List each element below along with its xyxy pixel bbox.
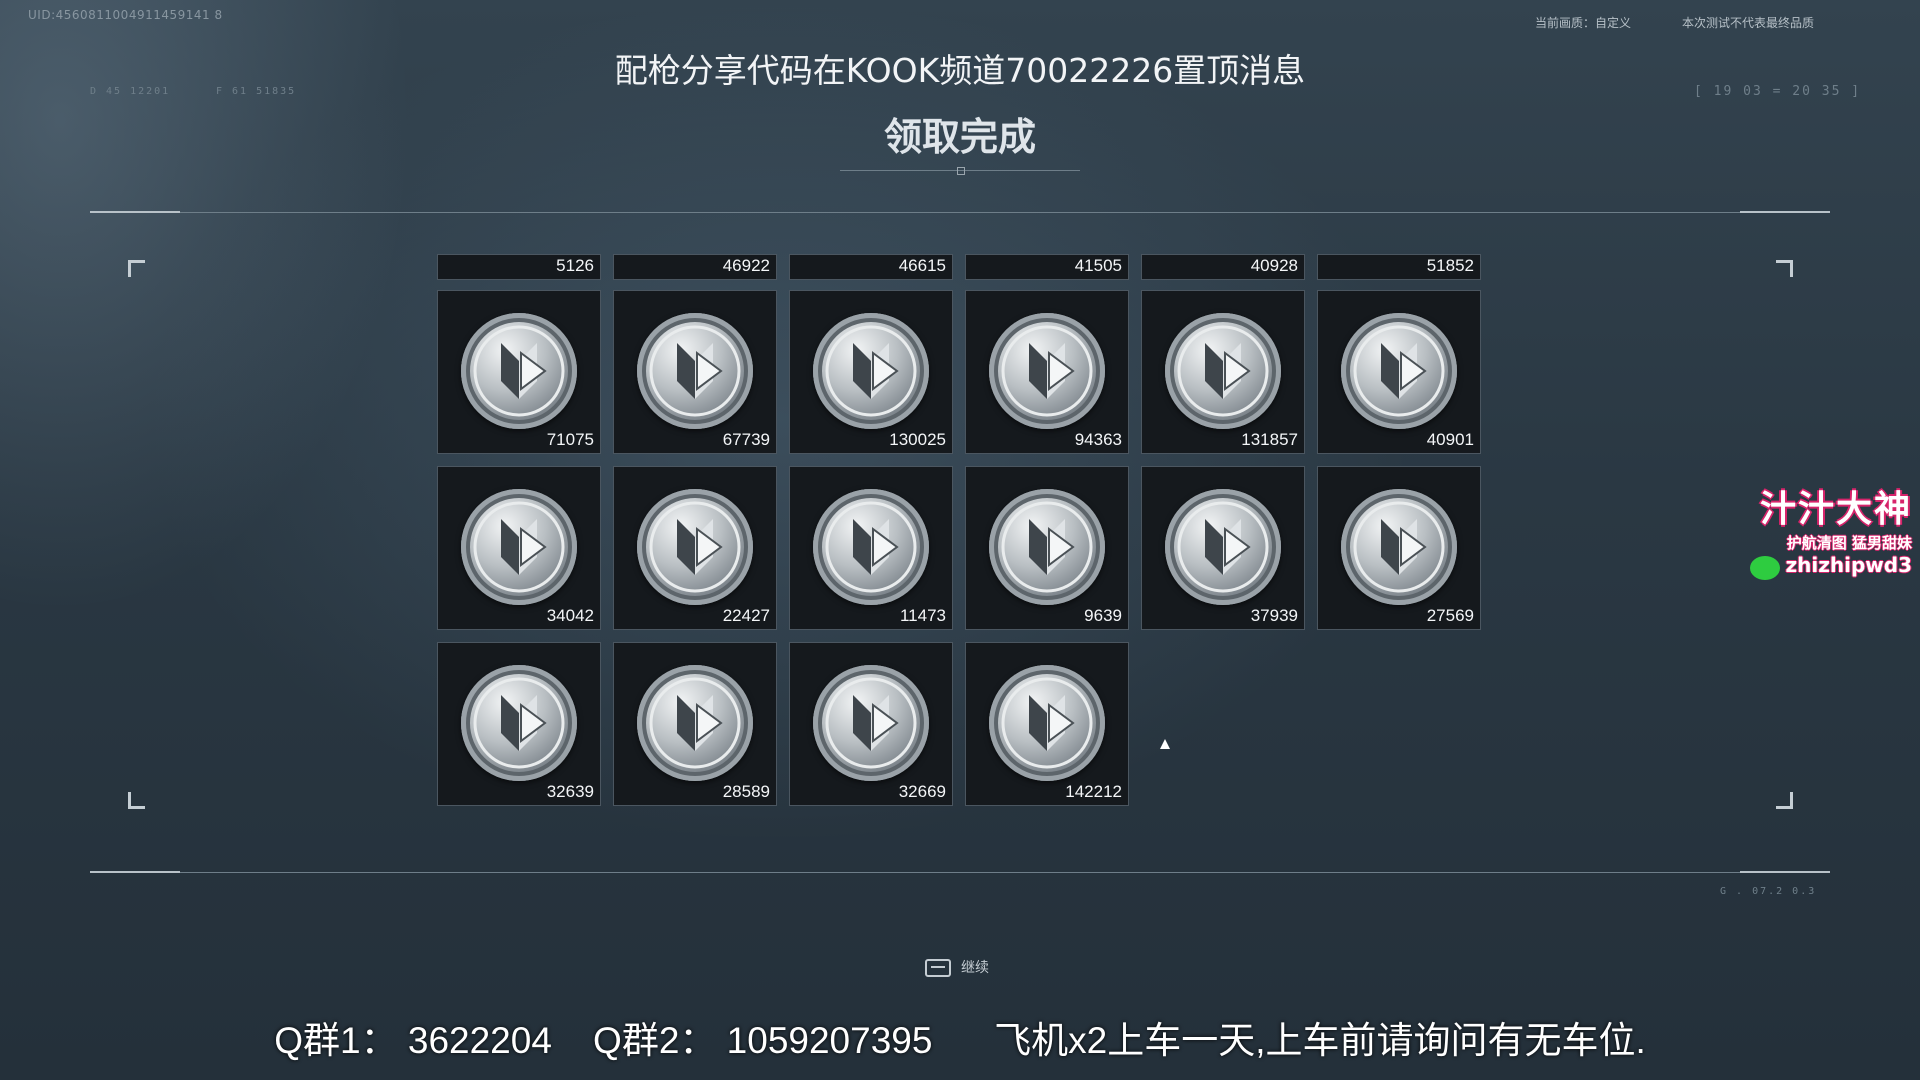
- reward-amount: 46922: [722, 256, 770, 275]
- reward-tile[interactable]: 32639: [437, 642, 601, 806]
- keyboard-key-icon: [925, 959, 951, 977]
- silver-coin-icon: [989, 313, 1105, 429]
- reward-tile[interactable]: 28589: [613, 642, 777, 806]
- reward-amount: 32669: [898, 782, 946, 801]
- watermark-name: 汁汁大神: [1759, 489, 1912, 530]
- mouse-cursor-icon: [1160, 739, 1170, 749]
- reward-tile-stub[interactable]: 41505: [965, 254, 1129, 280]
- frame-rule-top: [90, 212, 1830, 213]
- corner-bracket-br: [1776, 792, 1793, 809]
- reward-amount: 22427: [722, 606, 770, 625]
- reward-amount: 67739: [722, 430, 770, 449]
- silver-coin-icon: [461, 313, 577, 429]
- silver-coin-icon: [637, 489, 753, 605]
- reward-amount: 46615: [898, 256, 946, 275]
- reward-amount: 9639: [1084, 606, 1122, 625]
- reward-amount: 28589: [722, 782, 770, 801]
- silver-coin-icon: [1341, 313, 1457, 429]
- reward-tile[interactable]: 130025: [789, 290, 953, 454]
- silver-coin-icon: [637, 313, 753, 429]
- quality-label: 当前画质：自定义: [1535, 16, 1632, 30]
- reward-tile[interactable]: 27569: [1317, 466, 1481, 630]
- reward-tile[interactable]: 67739: [613, 290, 777, 454]
- page-title: 领取完成: [883, 115, 1036, 159]
- reward-tile[interactable]: 11473: [789, 466, 953, 630]
- reward-tile[interactable]: 94363: [965, 290, 1129, 454]
- reward-tile[interactable]: 71075: [437, 290, 601, 454]
- watermark-tagline: 护航清图 猛男甜妹: [1786, 534, 1912, 552]
- continue-label: 继续: [961, 960, 989, 976]
- reward-amount: 5126: [556, 256, 594, 275]
- reward-amount: 71075: [546, 430, 594, 449]
- reward-amount: 130025: [889, 430, 946, 449]
- corner-bracket-tr: [1776, 260, 1793, 277]
- hud-readout-bottom: G . 07.2 0.3: [1720, 886, 1817, 897]
- frame-rule-top-accent-left: [90, 211, 180, 213]
- reward-tile[interactable]: 22427: [613, 466, 777, 630]
- frame-rule-bottom-accent-right: [1740, 871, 1830, 873]
- title-diamond: [957, 167, 965, 175]
- silver-coin-icon: [813, 489, 929, 605]
- reward-tile-stub[interactable]: 46615: [789, 254, 953, 280]
- silver-coin-icon: [813, 665, 929, 781]
- reward-amount: 34042: [546, 606, 594, 625]
- reward-amount: 37939: [1250, 606, 1298, 625]
- reward-amount: 32639: [546, 782, 594, 801]
- corner-bracket-bl: [128, 792, 145, 809]
- silver-coin-icon: [989, 665, 1105, 781]
- watermark-wechat-id: zhizhipwd3: [1785, 553, 1913, 577]
- reward-amount: 11473: [899, 606, 946, 625]
- reward-tile[interactable]: 37939: [1141, 466, 1305, 630]
- reward-amount: 40901: [1426, 430, 1474, 449]
- reward-tile[interactable]: 131857: [1141, 290, 1305, 454]
- reward-tile-stub[interactable]: 40928: [1141, 254, 1305, 280]
- frame-rule-bottom-accent-left: [90, 871, 180, 873]
- test-notice: 本次测试不代表最终品质: [1682, 16, 1815, 30]
- silver-coin-icon: [637, 665, 753, 781]
- reward-tile[interactable]: 142212: [965, 642, 1129, 806]
- reward-amount: 94363: [1074, 430, 1122, 449]
- reward-tile[interactable]: 9639: [965, 466, 1129, 630]
- share-code-headline: 配枪分享代码在KOOK频道70022226置顶消息: [614, 51, 1306, 90]
- reward-tile[interactable]: 34042: [437, 466, 601, 630]
- reward-tile-stub[interactable]: 46922: [613, 254, 777, 280]
- continue-button[interactable]: 继续: [925, 957, 989, 977]
- frame-rule-top-accent-right: [1740, 211, 1830, 213]
- reward-tile[interactable]: 32669: [789, 642, 953, 806]
- silver-coin-icon: [1165, 489, 1281, 605]
- reward-tile[interactable]: 40901: [1317, 290, 1481, 454]
- streamer-watermark: 汁汁大神 护航清图 猛男甜妹 zhizhipwd3: [1732, 480, 1912, 580]
- stream-footer-text: Q群1： 3622204 Q群2： 1059207395 飞机x2上车一天,上车…: [274, 1020, 1646, 1061]
- corner-bracket-tl: [128, 260, 145, 277]
- reward-tile-stub[interactable]: 51852: [1317, 254, 1481, 280]
- wechat-icon: [1749, 555, 1780, 580]
- silver-coin-icon: [461, 665, 577, 781]
- reward-amount: 41505: [1074, 256, 1122, 275]
- silver-coin-icon: [989, 489, 1105, 605]
- uid-label: UID:4560811004911459141 8: [28, 8, 223, 22]
- reward-amount: 51852: [1426, 256, 1474, 275]
- frame-rule-bottom: [90, 872, 1830, 873]
- reward-tile-stub[interactable]: 5126: [437, 254, 601, 280]
- silver-coin-icon: [813, 313, 929, 429]
- reward-amount: 27569: [1426, 606, 1474, 625]
- silver-coin-icon: [461, 489, 577, 605]
- silver-coin-icon: [1165, 313, 1281, 429]
- reward-amount: 131857: [1241, 430, 1298, 449]
- silver-coin-icon: [1341, 489, 1457, 605]
- reward-amount: 40928: [1250, 256, 1298, 275]
- reward-amount: 142212: [1065, 782, 1122, 801]
